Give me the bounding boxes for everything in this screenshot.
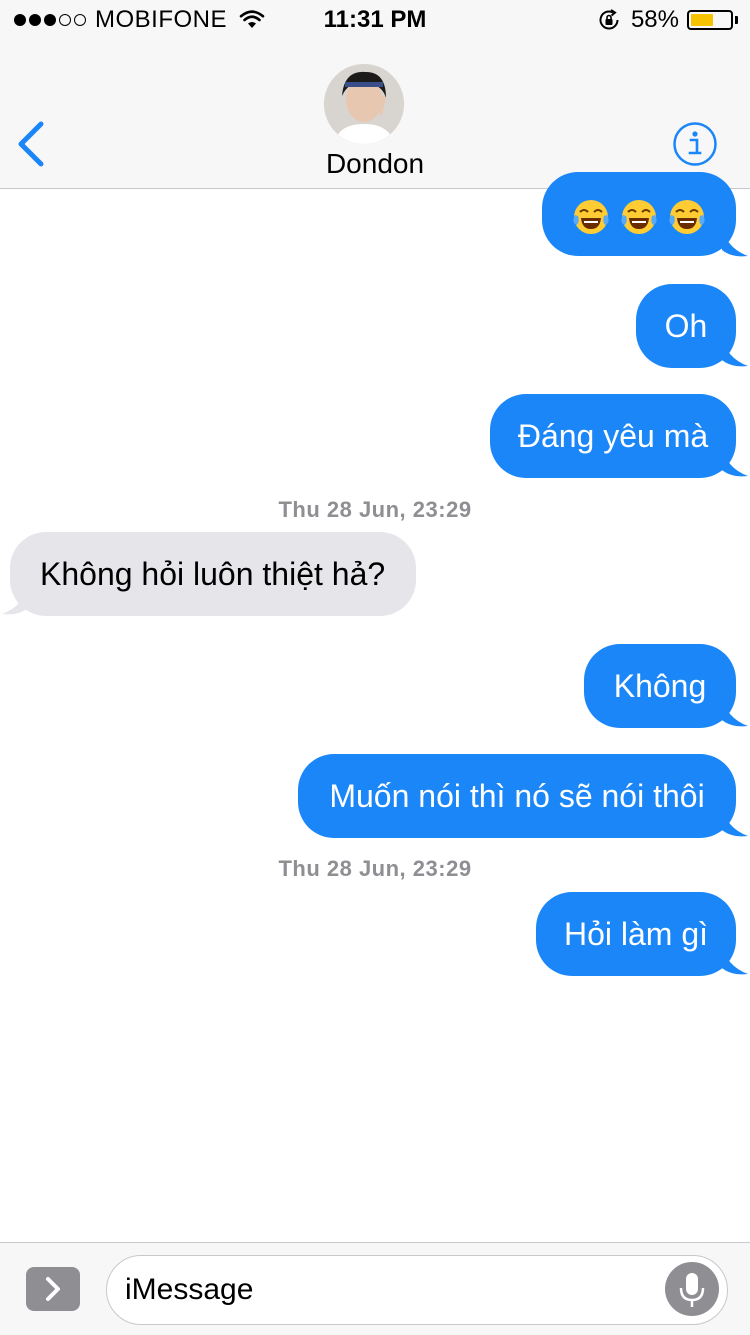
message-bubble-outgoing[interactable] <box>542 172 736 256</box>
message-bubble-outgoing[interactable]: Hỏi làm gì <box>536 892 736 976</box>
chevron-right-icon <box>46 1277 60 1301</box>
battery-area: 58% <box>597 6 738 34</box>
bubble-tail <box>722 696 748 727</box>
battery-icon <box>687 10 733 30</box>
message-text: Hỏi làm gì <box>563 916 709 952</box>
face-with-tears-of-joy-icon <box>621 200 657 234</box>
timestamp: Thu 28 Jun, 23:29 <box>278 856 472 881</box>
bubble-tail <box>722 336 748 367</box>
imessage-placeholder: iMessage <box>125 1273 254 1306</box>
battery-level <box>691 14 714 26</box>
bubble-tail <box>722 944 748 975</box>
bubble-tail <box>722 806 748 837</box>
message-bubble-outgoing[interactable]: Không <box>584 644 736 728</box>
message-text: Không hỏi luôn thiệt hả? <box>40 556 386 592</box>
rotation-lock-icon <box>599 9 619 30</box>
status-bar: MOBIFONE 11:31 PM 58% <box>0 0 750 40</box>
contact-avatar[interactable] <box>324 64 404 144</box>
info-icon[interactable] <box>672 121 718 167</box>
timestamp: Thu 28 Jun, 23:29 <box>278 497 472 522</box>
bubble-tail <box>722 446 748 477</box>
message-bubble-incoming[interactable]: Không hỏi luôn thiệt hả? <box>10 532 416 616</box>
message-text: Muốn nói thì nó sẽ nói thôi <box>329 778 705 814</box>
message-text: Đáng yêu mà <box>517 418 709 454</box>
message-bubble-outgoing[interactable]: Đáng yêu mà <box>490 394 736 478</box>
bubble-tail <box>2 584 28 615</box>
battery-nub <box>735 16 738 24</box>
battery-percent: 58% <box>630 6 679 33</box>
face-with-tears-of-joy-icon <box>669 200 705 234</box>
bubble-tail <box>722 226 748 257</box>
message-text: Không <box>613 668 707 704</box>
microphone-icon <box>679 1273 705 1307</box>
face-with-tears-of-joy-icon <box>573 200 609 234</box>
message-composer: iMessage <box>0 1242 750 1335</box>
imessage-input[interactable]: iMessage <box>106 1255 728 1325</box>
message-bubble-outgoing[interactable]: Muốn nói thì nó sẽ nói thôi <box>298 754 736 838</box>
apps-button[interactable] <box>26 1267 80 1311</box>
message-bubble-outgoing[interactable]: Oh <box>636 284 736 368</box>
dictation-button[interactable] <box>665 1262 719 1316</box>
message-text: Oh <box>664 308 708 344</box>
